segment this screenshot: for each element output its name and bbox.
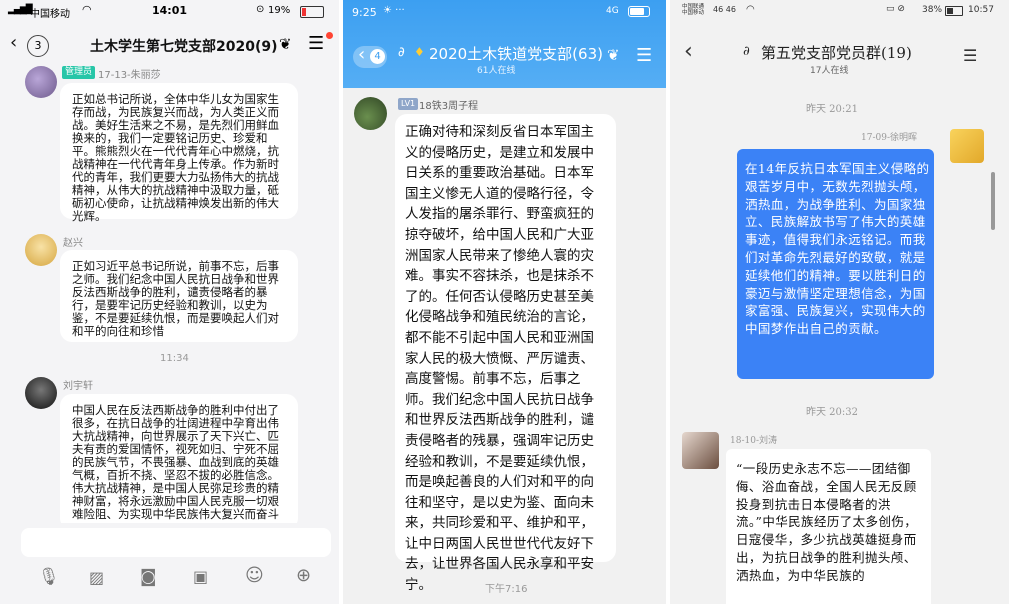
camera-icon[interactable]: ◙ [140,567,157,587]
wifi-icon: ◠ [746,4,755,15]
carrier-label: 中国移动 [30,9,70,20]
menu-icon[interactable]: ☰ [308,33,324,54]
admin-badge: 管理员 [62,66,96,79]
clock-label: 10:57 [968,5,994,15]
battery-label: 19% [268,5,291,16]
battery-icon [300,6,324,18]
sender-name: 赵兴 [63,238,83,249]
online-count: 17人在线 [810,66,849,76]
time-divider: 11:34 [160,353,189,364]
back-arrow-icon[interactable]: ‹ [684,39,693,64]
plus-icon[interactable]: ⊕ [296,565,311,586]
wifi-icon: ◠ [82,3,92,16]
menu-icon[interactable]: ☰ [636,45,652,66]
avatar[interactable] [950,129,984,163]
avatar[interactable] [354,97,387,130]
message-input[interactable] [21,528,331,557]
back-arrow-icon[interactable]: ‹ [10,32,17,53]
link-icon: ∂ [743,44,750,59]
link-icon: ∂ [398,45,405,60]
microphone-icon[interactable]: 🎙 [38,567,60,587]
message-text: “一段历史永志不忘——团结御侮、浴血奋战，全国人民无反顾投身到抗击日本侵略者的洪… [736,461,918,583]
level-badge: LV1 [398,98,419,110]
unread-count-badge[interactable]: 3 [27,35,49,57]
online-count: 61人在线 [477,66,516,76]
network-label: 4G [606,6,619,16]
status-bar: ▂▄▆█ 中国移动 ◠ 14:01 ⊙ 19% [0,0,339,22]
message-bubble: “一段历史永志不忘——团结御侮、浴血奋战，全国人民无反顾投身到抗击日本侵略者的洪… [726,449,931,604]
menu-icon[interactable]: ☰ [963,46,977,65]
group-app-icon[interactable]: ❦ [607,46,620,64]
message-text: 正如习近平总书记所说，前事不忘，后事之师。我们纪念中国人民抗日战争和世界反法西斯… [72,259,279,338]
chat-title: 2020土木铁道党支部(63) [429,45,603,63]
message-bubble: 正确对待和深刻反省日本军国主义的侵略历史，是建立和发展中日关系的重要政治基础。日… [395,114,616,593]
time-divider: 下午7:16 [485,584,528,595]
sender-name: 18-10-刘涛 [730,436,777,446]
avatar[interactable] [682,432,719,469]
signal-icon: ▂▄▆█ [8,5,33,15]
chat-panel-1: ▂▄▆█ 中国移动 ◠ 14:01 ⊙ 19% ‹ 3 土木学生第七党支部202… [0,0,339,604]
avatar[interactable] [25,234,57,266]
avatar[interactable] [25,66,57,98]
message-text: 中国人民在反法西斯战争的胜利中付出了很多，在抗日战争的壮阔进程中孕育出伟大抗战精… [72,403,279,521]
notification-dot [326,32,333,39]
image-icon[interactable]: ▨ [89,568,104,587]
chat-panel-3: 中国联通 中国移动 46 46 ◠ ▭ ⊘ 38% 10:57 ‹ ∂ 第五党支… [670,0,1009,604]
chat-header: ‹ 3 土木学生第七党支部2020(9) ❦ ☰ [0,22,339,66]
message-bubble: 正如习近平总书记所说，前事不忘，后事之师。我们纪念中国人民抗日战争和世界反法西斯… [60,250,298,342]
battery-icon [628,6,650,17]
message-bubble: 中国人民在反法西斯战争的胜利中付出了很多，在抗日战争的壮阔进程中孕育出伟大抗战精… [60,394,298,530]
hd-icon: ▭ ⊘ [886,4,905,14]
scrollbar[interactable] [991,172,995,230]
status-icons: ☀ ··· [383,5,405,16]
battery-label: 38% [922,5,943,15]
message-bubble-self: 在14年反抗日本军国主义侵略的艰苦岁月中，无数先烈抛头颅，洒热血，为战争胜利、为… [737,149,934,379]
chat-panel-2: 9:25 ☀ ··· 4G ‹ 4 ∂ ♦ 2020土木铁道党支部(63) 61… [343,0,666,604]
message-text: 正如总书记所说，全体中华儿女为国家生存而战，为民族复兴而战，为人类正义而战。美好… [72,92,279,223]
time-divider: 昨天 20:21 [806,104,858,115]
chat-title: 第五党支部党员群(19) [761,44,912,62]
clock-label: 9:25 [352,6,377,19]
carrier-label: 中国联通 中国移动 [682,4,705,16]
sender-name: 17-09-徐明晖 [861,133,917,143]
chat-title: 土木学生第七党支部2020(9) [90,39,278,55]
emoji-icon[interactable]: ☺ [245,565,264,586]
alarm-icon: ⊙ [256,4,265,15]
flame-icon: ♦ [414,45,425,59]
red-packet-icon[interactable]: ▣ [193,567,208,586]
group-app-icon[interactable]: ❦ [279,35,292,53]
sender-name: 刘宇轩 [63,381,93,392]
input-area: 🎙 ▨ ◙ ▣ ☺ ⊕ [0,523,339,604]
chat-header: 9:25 ☀ ··· 4G ‹ 4 ∂ ♦ 2020土木铁道党支部(63) 61… [343,0,666,88]
avatar[interactable] [25,377,57,409]
back-arrow-icon: ‹ [358,44,366,65]
clock-label: 14:01 [152,4,188,17]
time-divider: 昨天 20:32 [806,407,858,418]
signal-label: 46 46 [713,5,736,14]
battery-icon [945,6,963,16]
message-bubble: 正如总书记所说，全体中华儿女为国家生存而战，为民族复兴而战，为人类正义而战。美好… [60,83,298,223]
sender-name: 17-13-朱丽莎 [98,70,161,81]
back-button[interactable]: ‹ 4 [353,44,387,68]
unread-count-badge: 4 [370,49,385,64]
sender-name: 18铁3周子程 [419,101,479,112]
message-text: 正确对待和深刻反省日本军国主义的侵略历史，是建立和发展中日关系的重要政治基础。日… [405,124,594,594]
message-text: 在14年反抗日本军国主义侵略的艰苦岁月中，无数先烈抛头颅，洒热血，为战争胜利、为… [745,161,930,337]
